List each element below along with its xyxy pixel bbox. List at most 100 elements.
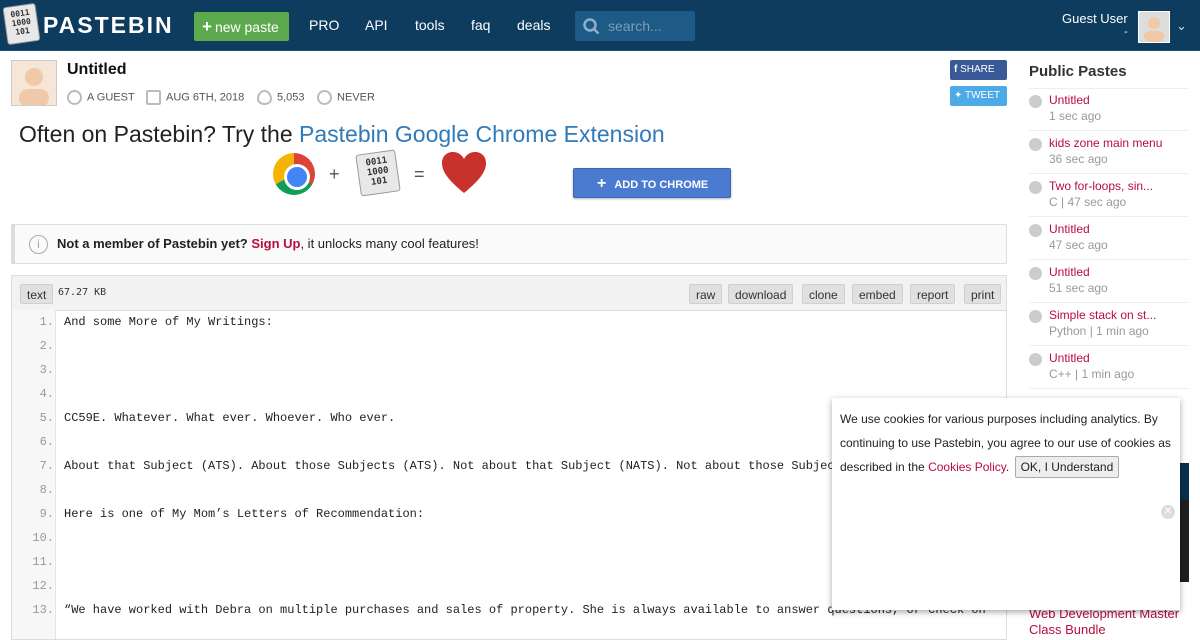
- twitter-tweet-button[interactable]: ✦ TWEET: [950, 86, 1007, 106]
- download-button[interactable]: download: [728, 284, 794, 304]
- expiry-label: NEVER: [337, 91, 375, 104]
- paste-views: 5,053: [257, 90, 305, 105]
- nav-tools[interactable]: tools: [415, 17, 445, 33]
- date-label: AUG 6TH, 2018: [166, 91, 245, 104]
- globe-icon: [1029, 181, 1042, 194]
- author-label: A GUEST: [87, 91, 135, 104]
- advertisement-link[interactable]: Web Development Master Class Bundle: [1029, 606, 1200, 638]
- globe-icon: [1029, 353, 1042, 366]
- paste-date: AUG 6TH, 2018: [146, 90, 245, 105]
- divider: [1029, 259, 1189, 260]
- guest-user-sub: -: [1124, 26, 1128, 38]
- facebook-share-button[interactable]: f SHARE: [950, 60, 1007, 80]
- public-paste-title[interactable]: kids zone main menu: [1049, 136, 1162, 150]
- divider: [1029, 302, 1189, 303]
- promo-equals: =: [414, 164, 425, 184]
- search-icon: [583, 18, 600, 35]
- clock-icon: [317, 90, 332, 105]
- globe-icon: [1029, 310, 1042, 323]
- signup-link[interactable]: Sign Up: [251, 236, 300, 251]
- report-button[interactable]: report: [910, 284, 956, 304]
- line-number: 2.: [39, 339, 54, 353]
- public-paste-item[interactable]: kids zone main menu 36 sec ago: [1029, 136, 1194, 176]
- divider: [1029, 388, 1189, 389]
- info-icon: i: [29, 235, 48, 254]
- public-paste-title[interactable]: Untitled: [1049, 222, 1090, 236]
- calendar-icon: [146, 90, 161, 105]
- globe-icon: [1029, 138, 1042, 151]
- user-silhouette-icon: [1144, 17, 1164, 42]
- pastebin-logo-icon: 0011 1000 101: [355, 149, 401, 197]
- search-input[interactable]: search...: [575, 11, 695, 41]
- code-line: CC59E. Whatever. What ever. Whoever. Who…: [64, 411, 396, 425]
- syntax-badge[interactable]: text: [20, 284, 54, 304]
- public-paste-item[interactable]: Untitled 1 sec ago: [1029, 93, 1194, 133]
- line-number: 1.: [39, 315, 54, 329]
- public-paste-item[interactable]: Simple stack on st... Python | 1 min ago: [1029, 308, 1194, 348]
- divider: [1029, 173, 1189, 174]
- public-paste-meta: 1 sec ago: [1049, 109, 1102, 123]
- divider: [1029, 345, 1189, 346]
- embed-button[interactable]: embed: [852, 284, 903, 304]
- file-size: 67.27 KB: [58, 287, 107, 298]
- user-silhouette-icon: [19, 68, 49, 105]
- public-paste-title[interactable]: Two for-loops, sin...: [1049, 179, 1153, 193]
- pastebin-logo-icon[interactable]: 0011 1000 101: [2, 2, 41, 46]
- chrome-logo-icon: [273, 153, 315, 195]
- raw-button[interactable]: raw: [689, 284, 723, 304]
- nav-deals[interactable]: deals: [517, 17, 550, 33]
- notice-lead: Not a member of Pastebin yet?: [57, 236, 248, 251]
- eye-icon: [257, 90, 272, 105]
- divider: [1029, 130, 1189, 131]
- cookie-accept-button[interactable]: OK, I Understand: [1014, 456, 1120, 478]
- paste-author[interactable]: A GUEST: [67, 90, 135, 105]
- globe-icon: [1029, 267, 1042, 280]
- public-paste-title[interactable]: Untitled: [1049, 265, 1090, 279]
- cookies-policy-link[interactable]: Cookies Policy: [928, 460, 1006, 474]
- public-paste-meta: 51 sec ago: [1049, 281, 1108, 295]
- chrome-extension-link[interactable]: Pastebin Google Chrome Extension: [299, 121, 665, 147]
- clone-button[interactable]: clone: [802, 284, 845, 304]
- line-number: 11.: [32, 555, 54, 569]
- heart-icon: [442, 152, 486, 193]
- line-number: 12.: [32, 579, 54, 593]
- nav-api[interactable]: API: [365, 17, 388, 33]
- public-paste-meta: 36 sec ago: [1049, 152, 1108, 166]
- nav-pro[interactable]: PRO: [309, 17, 339, 33]
- paste-title: Untitled: [67, 61, 127, 78]
- print-button[interactable]: print: [964, 284, 1002, 304]
- public-paste-title[interactable]: Untitled: [1049, 93, 1090, 107]
- cookie-consent-popup: We use cookies for various purposes incl…: [832, 398, 1180, 610]
- top-navbar: 0011 1000 101 PASTEBIN + new paste PRO AP…: [0, 0, 1200, 51]
- public-paste-item[interactable]: Untitled C++ | 1 min ago: [1029, 351, 1194, 391]
- code-line: Here is one of My Mom’s Letters of Recom…: [64, 507, 425, 521]
- public-paste-item[interactable]: Untitled 47 sec ago: [1029, 222, 1194, 262]
- user-avatar[interactable]: [1138, 11, 1170, 43]
- public-paste-item[interactable]: Two for-loops, sin... C | 47 sec ago: [1029, 179, 1194, 219]
- nav-faq[interactable]: faq: [471, 17, 490, 33]
- plus-icon: +: [597, 175, 607, 192]
- line-number: 4.: [39, 387, 54, 401]
- public-paste-meta: Python | 1 min ago: [1049, 324, 1149, 338]
- close-icon[interactable]: ✕: [1161, 505, 1175, 519]
- public-paste-meta: 47 sec ago: [1049, 238, 1108, 252]
- line-number: 7.: [39, 459, 54, 473]
- public-paste-item[interactable]: Untitled 51 sec ago: [1029, 265, 1194, 305]
- notice-rest: , it unlocks many cool features!: [300, 236, 479, 251]
- add-to-chrome-button[interactable]: + ADD TO CHROME: [573, 168, 731, 198]
- divider: [1029, 216, 1189, 217]
- line-number: 10.: [32, 531, 54, 545]
- brand-name[interactable]: PASTEBIN: [43, 12, 174, 39]
- line-number: 3.: [39, 363, 54, 377]
- user-icon: [67, 90, 82, 105]
- public-paste-title[interactable]: Simple stack on st...: [1049, 308, 1156, 322]
- new-paste-label: new paste: [214, 19, 279, 35]
- twitter-bird-icon: ✦: [954, 90, 963, 101]
- public-paste-meta: C | 47 sec ago: [1049, 195, 1127, 209]
- new-paste-button[interactable]: + new paste: [194, 12, 289, 41]
- chevron-down-icon[interactable]: ⌄: [1176, 18, 1187, 34]
- line-number: 9.: [39, 507, 54, 521]
- public-paste-title[interactable]: Untitled: [1049, 351, 1090, 365]
- code-toolbar: text 67.27 KB raw download clone embed r…: [11, 275, 1007, 311]
- guest-user-name[interactable]: Guest User: [1062, 11, 1128, 26]
